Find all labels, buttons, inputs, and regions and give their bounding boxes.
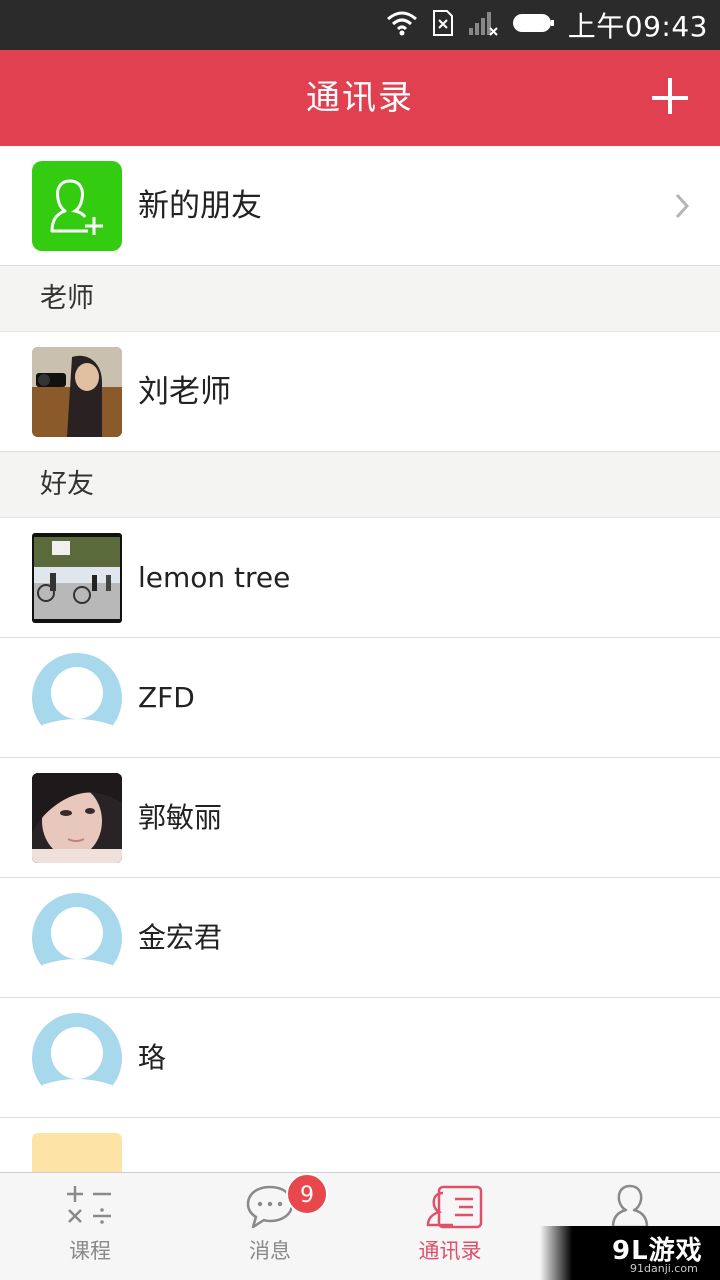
math-operators-icon (65, 1183, 115, 1231)
new-friends-label: 新的朋友 (138, 188, 262, 224)
watermark-url: 91danji.com (630, 1262, 698, 1275)
no-sim-icon (432, 9, 454, 41)
tab-label: 通讯录 (418, 1239, 482, 1263)
contact-name: 金宏君 (138, 921, 223, 954)
tab-contacts[interactable]: 通讯录 (360, 1173, 540, 1280)
title-bar: 通讯录 (0, 50, 720, 146)
contact-row[interactable]: lemon tree (0, 518, 720, 638)
contact-row[interactable]: 刘老师 (0, 332, 720, 452)
battery-icon (512, 12, 554, 38)
contact-name: 刘老师 (138, 374, 231, 410)
contact-name: lemon tree (138, 561, 291, 594)
section-title: 好友 (40, 469, 94, 500)
contact-row[interactable]: 珞 (0, 998, 720, 1118)
signal-off-icon (468, 10, 498, 40)
contact-list[interactable]: 新的朋友 老师 刘老师 好友 lemon tree ZFD 郭敏丽 金宏君 珞 (0, 146, 720, 1172)
status-bar: 上午09:43 (0, 0, 720, 50)
page-title: 通讯录 (306, 78, 414, 118)
tab-label: 课程 (69, 1239, 111, 1263)
contacts-card-icon (425, 1183, 483, 1231)
default-avatar-icon (32, 653, 122, 743)
contact-row[interactable]: ZFD (0, 638, 720, 758)
add-contact-button[interactable] (652, 78, 692, 118)
avatar (32, 533, 122, 623)
avatar (32, 347, 122, 437)
contact-row[interactable]: 郭敏丽 (0, 758, 720, 878)
wifi-icon (386, 10, 418, 40)
contact-name: ZFD (138, 681, 195, 714)
clock: 上午09:43 (567, 10, 708, 43)
tab-label: 消息 (249, 1239, 291, 1263)
unread-badge: 9 (286, 1173, 328, 1215)
section-header-teachers: 老师 (0, 266, 720, 332)
person-icon (605, 1183, 655, 1231)
contact-name: 郭敏丽 (138, 801, 223, 834)
avatar (32, 773, 122, 863)
tab-courses[interactable]: 课程 (0, 1173, 180, 1280)
plus-icon-stroke (668, 78, 672, 114)
watermark: 9L游戏 91danji.com (540, 1226, 720, 1280)
contact-row[interactable]: 金宏君 (0, 878, 720, 998)
add-friend-icon (32, 161, 122, 251)
avatar (32, 1133, 122, 1172)
section-header-friends: 好友 (0, 452, 720, 518)
default-avatar-icon (32, 1013, 122, 1103)
tab-messages[interactable]: 消息 (180, 1173, 360, 1280)
contact-row-partial[interactable] (0, 1118, 720, 1172)
contact-name: 珞 (138, 1041, 167, 1074)
chevron-right-icon (674, 192, 690, 220)
new-friends-row[interactable]: 新的朋友 (0, 146, 720, 266)
section-title: 老师 (40, 283, 94, 314)
default-avatar-icon (32, 893, 122, 983)
